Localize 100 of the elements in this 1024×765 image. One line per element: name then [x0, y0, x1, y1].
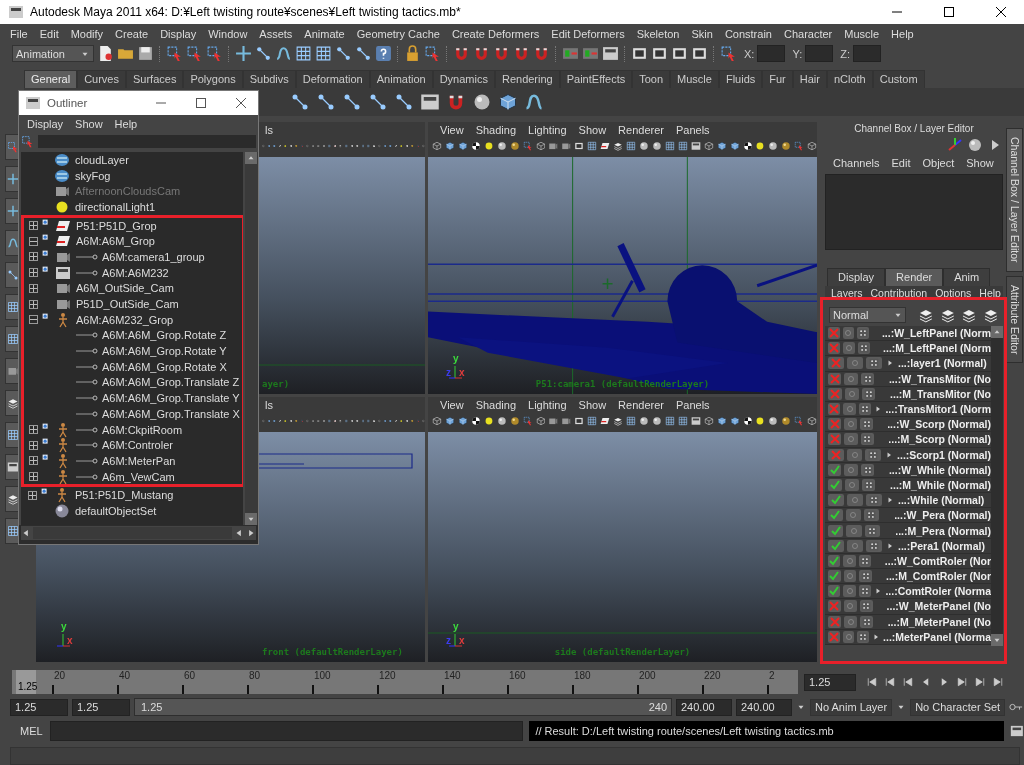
shelf-tab[interactable]: Rendering — [494, 70, 560, 88]
current-frame[interactable]: 1.25 — [15, 670, 36, 694]
menu-item[interactable]: Muscle — [838, 27, 886, 40]
outliner-item[interactable]: A6M:A6M_Grop.Translate X — [24, 406, 242, 422]
layer-row[interactable]: ...:ComtRoler (Norma — [825, 584, 991, 600]
panel-menu-item[interactable]: Panels — [669, 398, 716, 411]
menu-item[interactable]: Layers — [827, 287, 867, 299]
menu-item[interactable]: Character — [777, 27, 839, 40]
layer-row[interactable]: ...:While (Normal) — [825, 493, 991, 509]
editor-tab[interactable]: Display — [827, 268, 886, 286]
panel-menu-item[interactable]: View — [434, 123, 470, 136]
menu-item[interactable]: Help — [108, 118, 144, 130]
shelf-tab[interactable]: Toon — [632, 70, 671, 88]
layer-row[interactable]: ...:W_Pera (Normal) — [825, 508, 991, 524]
outliner-item[interactable]: A6M:A6M_Grop.Rotate Z — [24, 327, 242, 344]
menu-item[interactable]: Skeleton — [630, 27, 686, 40]
layer-row[interactable]: ...:M_Pera (Normal) — [825, 523, 991, 539]
range-start-field[interactable]: 1.25 — [72, 698, 130, 716]
shelf-tab[interactable]: Subdivs — [242, 70, 296, 88]
menu-item[interactable]: Create Deformers — [445, 27, 546, 40]
outliner-item[interactable]: A6M:A6M232 — [24, 264, 242, 281]
menu-item[interactable]: Object — [916, 157, 961, 169]
outliner-item[interactable]: A6M:A6M_Grop.Translate Y — [24, 390, 242, 406]
shelf-tab[interactable]: Animation — [369, 70, 433, 88]
panel-menu-item[interactable]: Shading — [469, 123, 523, 136]
shelf-tab[interactable]: Deformation — [295, 70, 370, 88]
outliner-item[interactable]: A6M:A6M_Grop.Translate Z — [24, 374, 242, 391]
anim-layer-dropdown[interactable]: No Anim Layer — [810, 698, 893, 716]
side-tab[interactable]: Channel Box / Layer Editor — [1006, 128, 1023, 272]
side-tab[interactable]: Attribute Editor — [1006, 275, 1023, 363]
shelf-tab[interactable]: Muscle — [670, 70, 719, 88]
menu-item[interactable]: Show — [69, 118, 109, 130]
outliner-item[interactable]: directionalLight1 — [23, 199, 243, 215]
shelf-tab[interactable]: PaintEffects — [559, 70, 633, 88]
shelf-tab[interactable]: Custom — [872, 70, 925, 88]
mode-dropdown[interactable]: Animation — [12, 45, 94, 62]
range-end-field[interactable]: 240.00 — [676, 698, 732, 716]
panel-menu-item[interactable]: Shading — [469, 398, 523, 411]
menu-item[interactable]: Edit — [33, 27, 65, 40]
menu-item[interactable]: Animate — [298, 27, 351, 40]
panel-menu-item[interactable]: Panels — [669, 123, 716, 136]
shelf-tab[interactable]: General — [24, 70, 78, 88]
menu-item[interactable]: File — [4, 27, 34, 40]
editor-tab[interactable]: Anim — [943, 268, 991, 286]
shelf-tab[interactable]: Dynamics — [432, 70, 495, 88]
outliner-item[interactable]: A6M_OutSide_Cam — [24, 280, 242, 297]
outliner-item[interactable]: P51D_OutSide_Cam — [24, 296, 242, 312]
shelf-tab[interactable]: Fur — [762, 70, 793, 88]
character-set-dropdown[interactable]: No Character Set — [910, 698, 1006, 716]
menu-item[interactable]: Help — [975, 287, 1005, 299]
menu-item[interactable]: Options — [931, 287, 976, 299]
menu-item[interactable]: Window — [202, 27, 254, 40]
menu-item[interactable]: Show — [960, 157, 1000, 169]
menu-item[interactable]: Contribution — [866, 287, 932, 299]
menu-item[interactable]: Assets — [253, 27, 299, 40]
editor-tab[interactable]: Render — [885, 268, 944, 286]
time-slider[interactable]: 1.25 20 40 60 80 100 120 140 160 180 200 220 2 — [12, 670, 798, 694]
layer-row[interactable]: ...:layer1 (Normal) — [825, 356, 991, 372]
blend-dropdown[interactable]: Normal — [829, 307, 906, 323]
outliner-item[interactable]: A6M:A6M_Grop.Rotate X — [24, 358, 242, 375]
menu-item[interactable]: Constrain — [718, 27, 778, 40]
panel-menu-item[interactable]: ls — [259, 398, 279, 411]
shelf-tab[interactable]: Curves — [77, 70, 126, 88]
end-field[interactable]: 240.00 — [736, 698, 792, 716]
shelf-tab[interactable]: nCloth — [826, 70, 873, 88]
panel-menu-item[interactable]: Lighting — [522, 123, 573, 136]
panel-menu-item[interactable]: Show — [572, 123, 613, 136]
panel-menu-item[interactable]: Show — [572, 398, 613, 411]
menu-item[interactable]: Edit Deformers — [545, 27, 631, 40]
shelf-tab[interactable]: Fluids — [718, 70, 763, 88]
viewport[interactable]: y z x side (defaultRenderLayer) — [428, 432, 817, 662]
menu-item[interactable]: Edit — [885, 157, 917, 169]
menu-item[interactable]: Skin — [685, 27, 719, 40]
outliner-item[interactable]: A6M:A6M_Grop.Rotate Y — [24, 343, 242, 359]
layer-row[interactable]: ...:M_ComtRoler (Nor — [825, 569, 991, 585]
outliner-item[interactable]: A6M:A6M_Grop — [24, 233, 242, 250]
start-field[interactable]: 1.25 — [10, 698, 68, 716]
menu-item[interactable]: Geometry Cache — [350, 27, 446, 40]
time-field[interactable]: 1.25 — [804, 673, 856, 691]
shelf-tab[interactable]: Polygons — [183, 70, 243, 88]
layer-row[interactable]: ...:M_Scorp (Normal) — [825, 432, 991, 448]
panel-menu-item[interactable]: View — [434, 398, 470, 411]
layer-row[interactable]: ...:W_LeftPanel (Norm — [825, 326, 991, 342]
layer-row[interactable]: ...:W_MeterPanel (No — [825, 599, 991, 615]
layer-row[interactable]: ...:W_Scorp (Normal) — [825, 417, 991, 433]
panel-menu-item[interactable]: Lighting — [522, 398, 573, 411]
command-language[interactable]: MEL — [10, 725, 44, 737]
menu-item[interactable]: Modify — [64, 27, 110, 40]
menu-item[interactable]: Help — [885, 27, 920, 40]
panel-menu-item[interactable]: Renderer — [612, 123, 670, 136]
outliner-item[interactable]: A6M:A6M232_Grop — [24, 311, 242, 328]
layer-row[interactable]: ...:M_LeftPanel (Norm — [825, 341, 991, 357]
shelf-tab[interactable]: Surfaces — [126, 70, 184, 88]
menu-item[interactable]: Display — [154, 27, 203, 40]
panel-menu-item[interactable]: ls — [259, 123, 279, 136]
shelf-tab[interactable]: Hair — [792, 70, 827, 88]
menu-item[interactable]: Display — [21, 118, 70, 130]
menu-item[interactable]: Channels — [827, 157, 886, 169]
outliner-item[interactable]: P51:P51D_Grop — [24, 217, 242, 234]
outliner-item[interactable]: A6M:camera1_group — [24, 249, 242, 265]
